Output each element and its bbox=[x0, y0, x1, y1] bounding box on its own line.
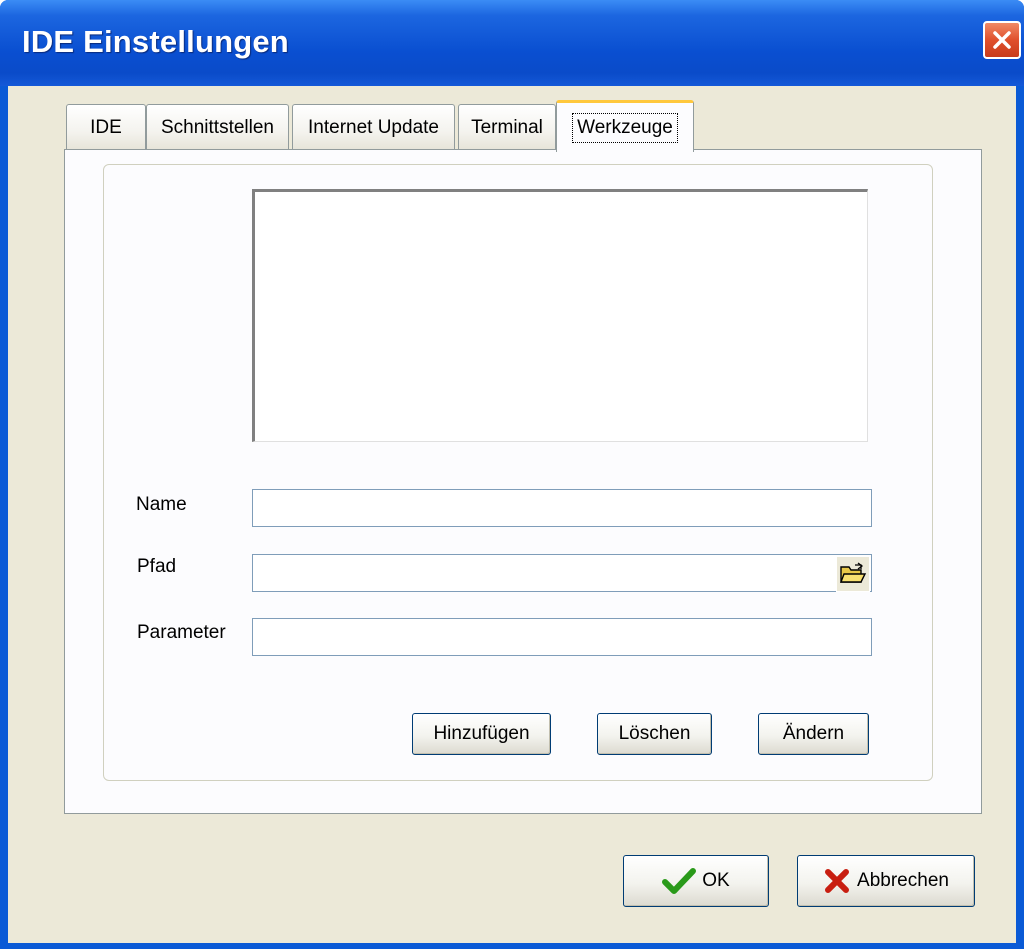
parameter-label: Parameter bbox=[137, 622, 226, 643]
tools-listbox[interactable] bbox=[252, 189, 868, 442]
tab-ide[interactable]: IDE bbox=[66, 104, 146, 150]
window-title: IDE Einstellungen bbox=[22, 24, 289, 59]
close-button[interactable] bbox=[983, 21, 1021, 59]
checkmark-icon bbox=[662, 867, 697, 895]
cancel-button[interactable]: Abbrechen bbox=[797, 855, 975, 907]
folder-open-icon bbox=[839, 562, 867, 583]
tab-internet-update[interactable]: Internet Update bbox=[292, 104, 455, 150]
ok-button[interactable]: OK bbox=[623, 855, 769, 907]
browse-path-button[interactable] bbox=[836, 556, 870, 592]
parameter-input[interactable] bbox=[252, 618, 872, 656]
delete-button[interactable]: Löschen bbox=[597, 713, 712, 755]
tab-werkzeuge[interactable]: Werkzeuge bbox=[556, 100, 694, 152]
tab-terminal[interactable]: Terminal bbox=[458, 104, 556, 150]
path-label: Pfad bbox=[137, 556, 177, 577]
path-input[interactable] bbox=[252, 554, 872, 592]
add-button[interactable]: Hinzufügen bbox=[412, 713, 551, 755]
x-icon bbox=[823, 867, 851, 895]
close-icon bbox=[993, 31, 1011, 49]
change-button[interactable]: Ändern bbox=[758, 713, 869, 755]
title-bar[interactable]: IDE Einstellungen bbox=[0, 0, 1024, 86]
name-input[interactable] bbox=[252, 489, 872, 527]
name-label: Name bbox=[136, 494, 187, 515]
tab-schnittstellen[interactable]: Schnittstellen bbox=[146, 104, 289, 150]
